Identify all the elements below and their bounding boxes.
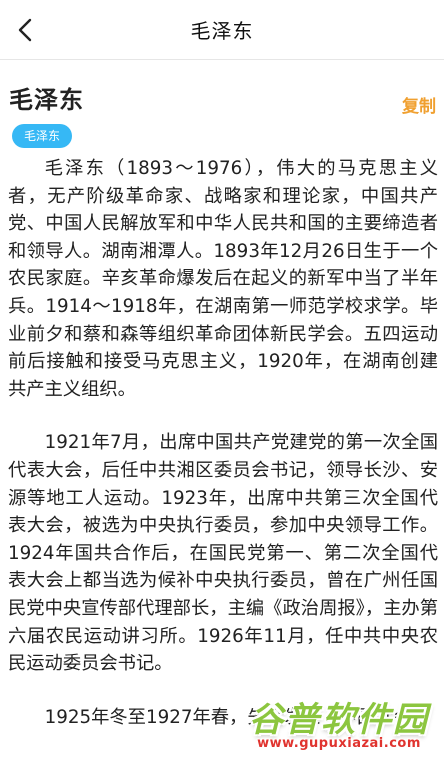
top-app-bar: 毛泽东 <box>0 0 444 60</box>
page-title: 毛泽东 <box>190 19 254 43</box>
article-paragraph: 毛泽东（1893～1976），伟大的马克思主义者，无产阶级革命家、战略家和理论家… <box>8 158 438 400</box>
article-body: 毛泽东（1893～1976），伟大的马克思主义者，无产阶级革命家、战略家和理论家… <box>8 155 438 757</box>
copy-button[interactable]: 复制 <box>402 92 436 117</box>
site-watermark: 谷普软件园 www.gupuxiazai.com <box>236 692 442 762</box>
article-paragraph: 1921年7月，出席中国共产党建党的第一次全国代表大会，后任中共湘区委员会书记，… <box>8 432 438 675</box>
watermark-url: www.gupuxiazai.com <box>257 736 421 751</box>
article-title: 毛泽东 <box>9 86 84 114</box>
watermark-logo-text: 谷普软件园 <box>249 700 429 740</box>
tag-badge[interactable]: 毛泽东 <box>12 124 73 148</box>
